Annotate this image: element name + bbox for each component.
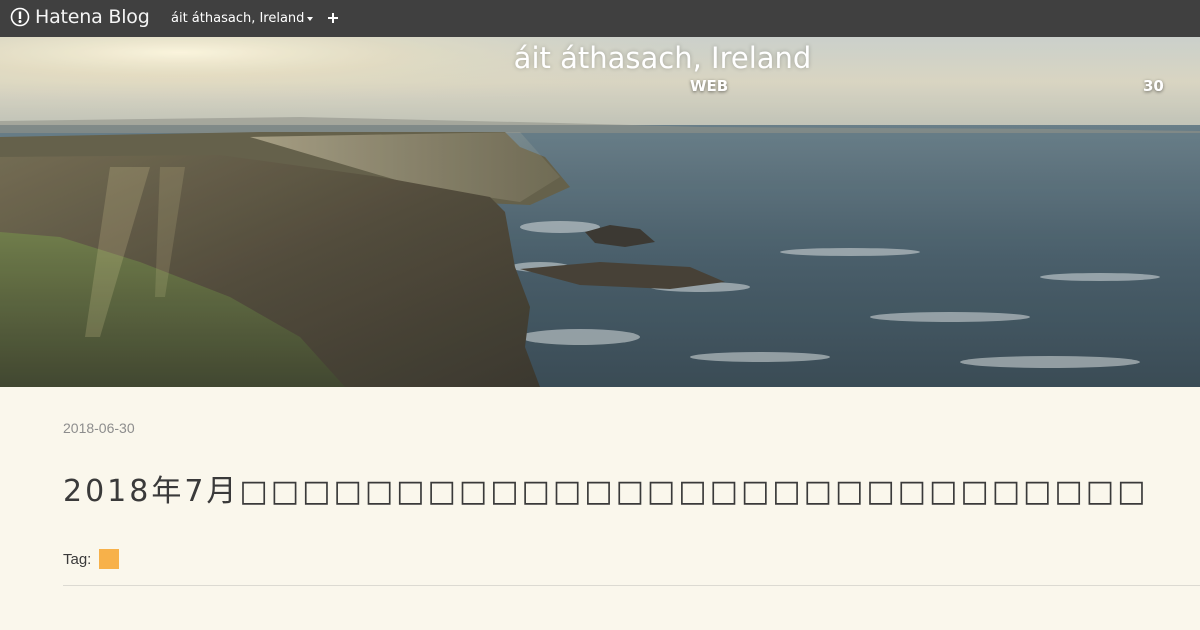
hatena-logo-icon	[10, 7, 30, 27]
entry-tags: Tag:	[63, 549, 120, 569]
blog-description-number: 30	[1143, 77, 1164, 95]
plus-icon[interactable]	[324, 8, 342, 28]
cliff-ocean-photo	[0, 37, 1200, 387]
brand-text: Hatena Blog	[35, 6, 150, 28]
blog-switcher-menu[interactable]: áit áthasach, Ireland	[171, 11, 314, 26]
entry-divider	[63, 585, 1200, 586]
blog-switcher-label: áit áthasach, Ireland	[171, 11, 305, 26]
top-navbar: Hatena Blog áit áthasach, Ireland	[0, 0, 1200, 37]
tag-label: Tag:	[63, 550, 92, 568]
entry-date-link[interactable]: 2018-06-30	[63, 420, 135, 436]
caret-down-icon	[307, 17, 314, 21]
blog-description: WEB	[690, 77, 729, 95]
hatena-blog-home-link[interactable]: Hatena Blog	[10, 6, 150, 28]
blog-title-link[interactable]: áit áthasach, Ireland	[0, 41, 1200, 75]
entry-title[interactable]: 2018年7月□□□□□□□□□□□□□□□□□□□□□□□□□□□□□	[63, 466, 1183, 510]
tag-chip[interactable]	[99, 549, 120, 569]
header-image: áit áthasach, Ireland WEB 30	[0, 37, 1200, 387]
